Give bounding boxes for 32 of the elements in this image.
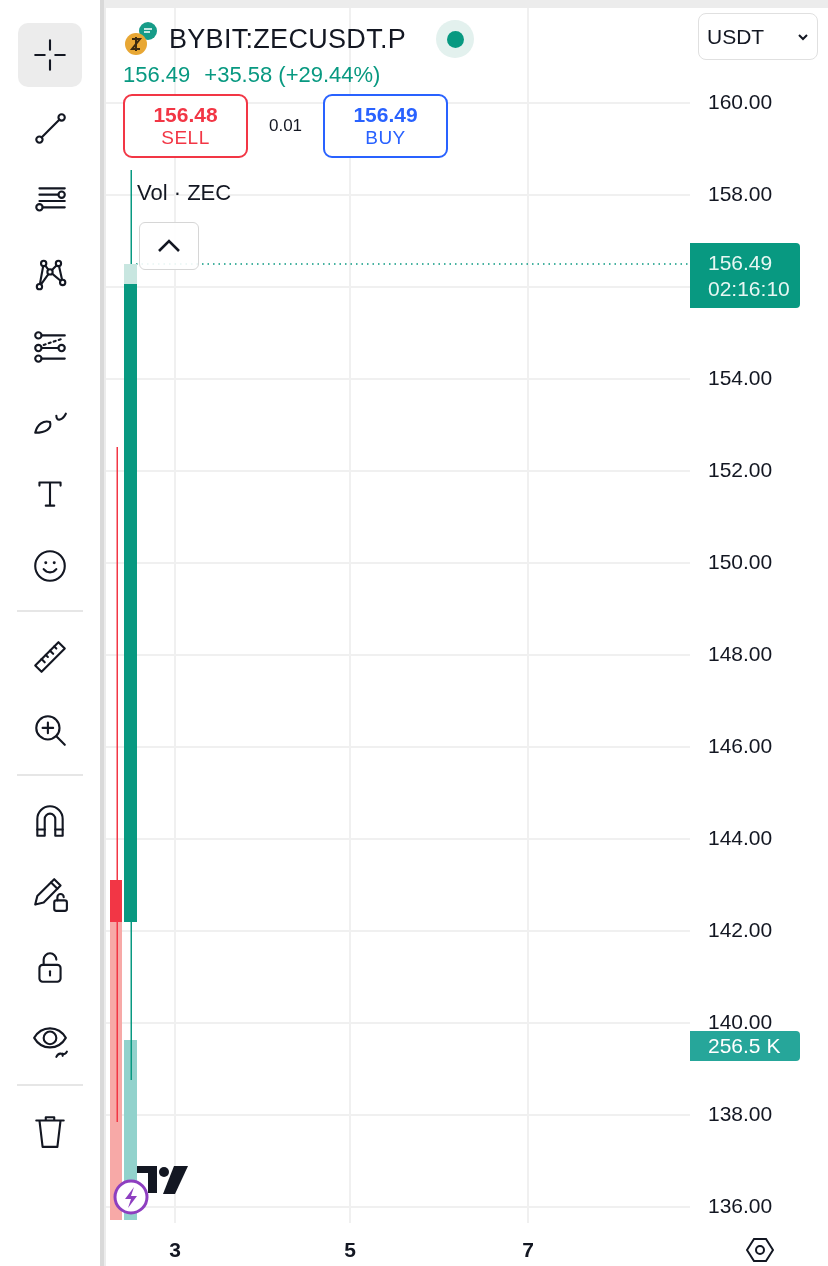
collapse-button[interactable] bbox=[139, 222, 199, 270]
symbol-title: BYBIT:ZECUSDT.P bbox=[169, 23, 407, 55]
price-label: 160.00 bbox=[708, 90, 773, 114]
last-price-value: 156.49 bbox=[708, 250, 774, 276]
price-label: 148.00 bbox=[708, 642, 773, 666]
caret-up-icon bbox=[156, 238, 182, 254]
settings-icon[interactable] bbox=[746, 1236, 774, 1264]
spread-value: 0.01 bbox=[267, 116, 304, 136]
price-label: 140.00 bbox=[708, 1010, 773, 1034]
time-label: 7 bbox=[522, 1238, 534, 1262]
chevron-down-icon bbox=[797, 32, 809, 41]
buy-button[interactable]: 156.49 BUY bbox=[323, 94, 448, 158]
logo-icon bbox=[137, 1166, 188, 1194]
sell-button[interactable]: 156.48 SELL bbox=[123, 94, 248, 158]
currency-dropdown[interactable]: USDT bbox=[698, 13, 818, 60]
price-label: 142.00 bbox=[708, 918, 773, 942]
last-price: 156.49 bbox=[123, 62, 191, 88]
price-change: +35.58 (+29.44%) bbox=[204, 62, 381, 88]
price-label: 154.00 bbox=[708, 366, 773, 390]
time-label: 5 bbox=[344, 1238, 356, 1262]
volume-tag: 256.5 K bbox=[690, 1031, 800, 1061]
price-label: 158.00 bbox=[708, 182, 773, 206]
time-label: 3 bbox=[169, 1238, 181, 1262]
indicator-label: Vol · ZEC bbox=[137, 180, 232, 206]
price-label: 152.00 bbox=[708, 458, 773, 482]
price-label: 138.00 bbox=[708, 1102, 773, 1126]
candle-countdown: 02:16:10 bbox=[708, 275, 791, 301]
lightning-badge-icon bbox=[113, 1179, 149, 1215]
price-label: 136.00 bbox=[708, 1194, 773, 1218]
price-label: 146.00 bbox=[708, 734, 773, 758]
price-label: 150.00 bbox=[708, 550, 773, 574]
price-label: 144.00 bbox=[708, 826, 773, 850]
